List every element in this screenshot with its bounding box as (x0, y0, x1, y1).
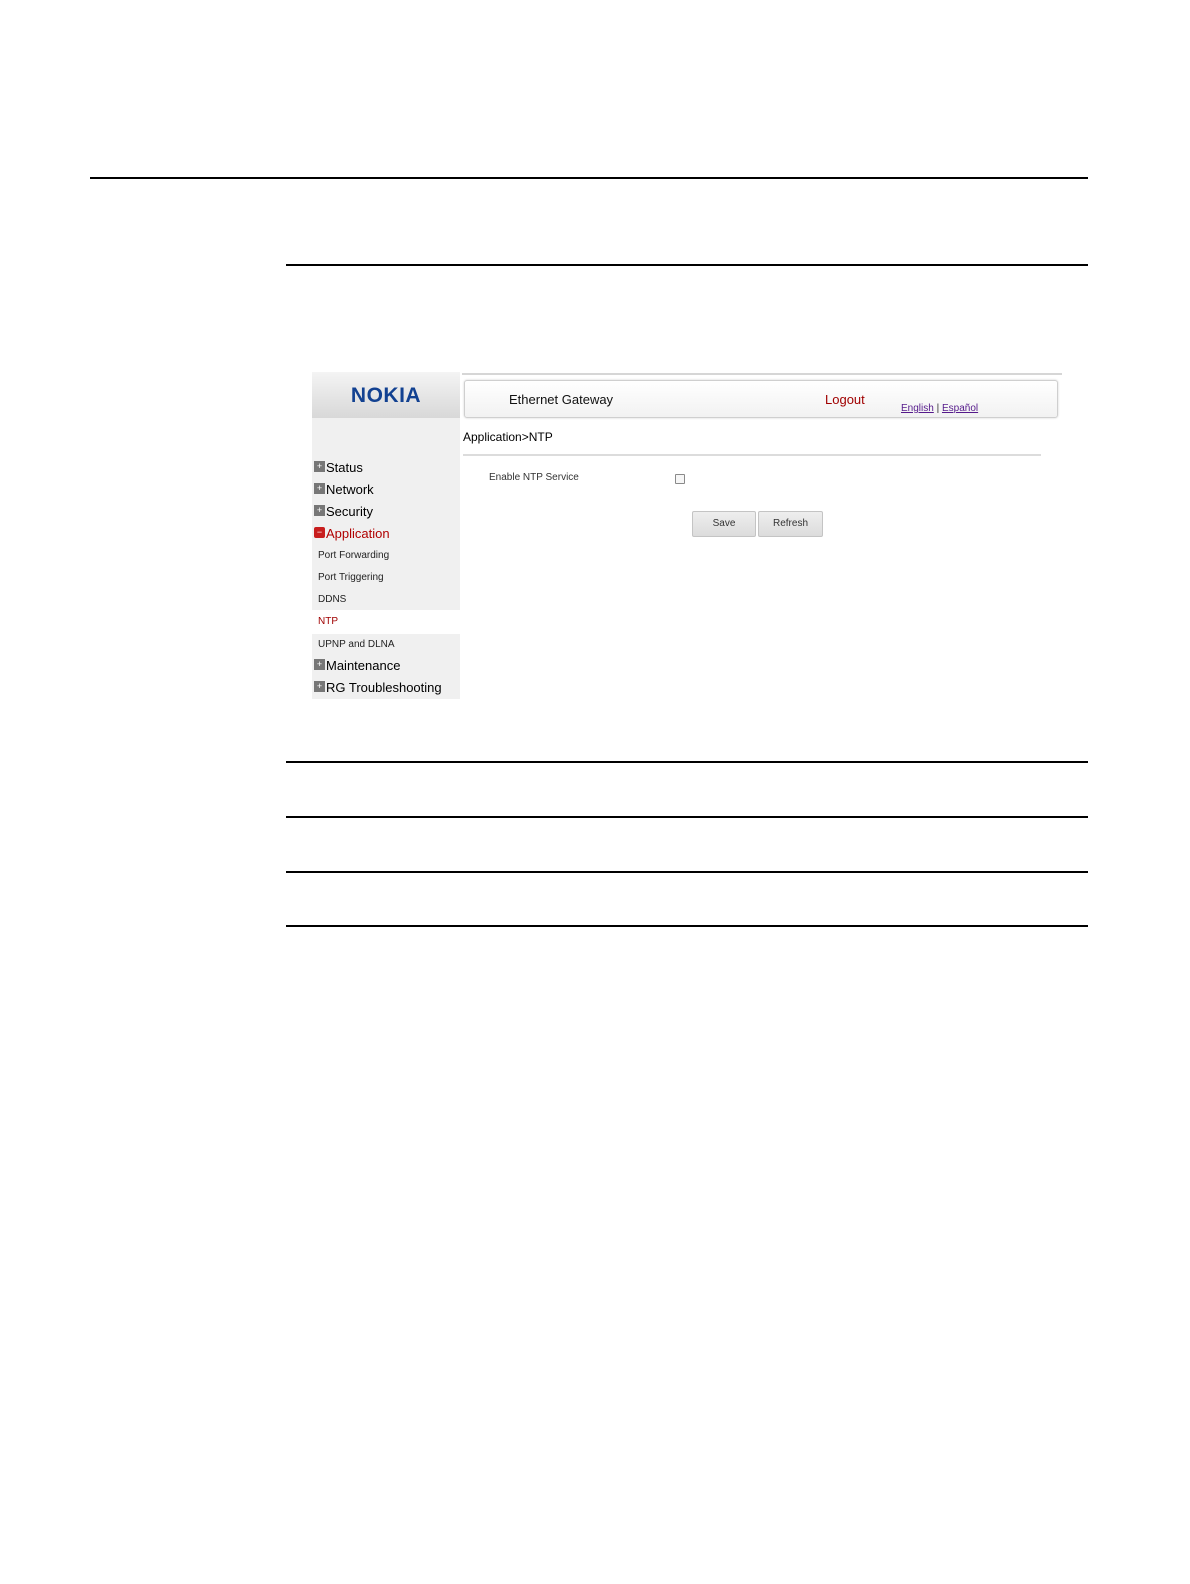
enable-ntp-label: Enable NTP Service (489, 472, 579, 483)
lang-espanol-link[interactable]: Español (942, 403, 978, 414)
gateway-title: Ethernet Gateway (509, 392, 614, 407)
sidebar-item-status[interactable]: + Status (312, 458, 363, 478)
header-bar: Ethernet Gateway Logout English | Españo… (464, 380, 1058, 418)
gateway-screenshot: NOKIA Ethernet Gateway Logout English | … (312, 372, 1064, 700)
expand-icon: + (314, 483, 325, 494)
sidebar-item-maintenance[interactable]: + Maintenance (312, 656, 400, 676)
expand-icon: + (314, 505, 325, 516)
top-divider (462, 373, 1062, 375)
save-button[interactable]: Save (692, 511, 756, 537)
refresh-button[interactable]: Refresh (758, 511, 823, 537)
document-rule (286, 264, 1088, 266)
sidebar-item-application[interactable]: − Application (312, 524, 390, 544)
document-rule (90, 177, 1088, 179)
sidebar-item-label: Status (326, 460, 363, 475)
logout-link[interactable]: Logout (825, 392, 865, 407)
sidebar-subitem-upnp-dlna[interactable]: UPNP and DLNA (318, 636, 395, 654)
document-rule (286, 871, 1088, 873)
breadcrumb-divider (463, 454, 1041, 456)
lang-english-link[interactable]: English (901, 403, 934, 414)
lang-separator: | (936, 403, 940, 414)
expand-icon: + (314, 461, 325, 472)
document-rule (286, 925, 1088, 927)
enable-ntp-checkbox[interactable] (675, 474, 685, 484)
sidebar-header-area (312, 418, 460, 459)
collapse-icon: − (314, 527, 325, 538)
expand-icon: + (314, 659, 325, 670)
document-rule (286, 761, 1088, 763)
sidebar-item-label: Network (326, 482, 374, 497)
expand-icon: + (314, 681, 325, 692)
sidebar-item-label: Maintenance (326, 658, 401, 673)
sidebar-item-security[interactable]: + Security (312, 502, 373, 522)
logo-box: NOKIA (312, 372, 460, 418)
sidebar-item-label: Application (326, 526, 390, 541)
sidebar-item-rg-troubleshooting[interactable]: + RG Troubleshooting (312, 678, 442, 698)
document-rule (286, 816, 1088, 818)
nokia-logo: NOKIA (350, 384, 422, 407)
sidebar-subitem-port-forwarding[interactable]: Port Forwarding (318, 547, 389, 565)
sidebar-subitem-port-triggering[interactable]: Port Triggering (318, 569, 384, 587)
language-switcher: English | Español (901, 403, 978, 414)
sidebar-item-label: Security (326, 504, 373, 519)
sidebar-item-label: RG Troubleshooting (326, 680, 442, 695)
sidebar-subitem-ntp[interactable]: NTP (318, 613, 338, 631)
sidebar-subitem-ddns[interactable]: DDNS (318, 591, 346, 609)
sidebar-item-network[interactable]: + Network (312, 480, 374, 500)
breadcrumb: Application>NTP (463, 430, 553, 444)
